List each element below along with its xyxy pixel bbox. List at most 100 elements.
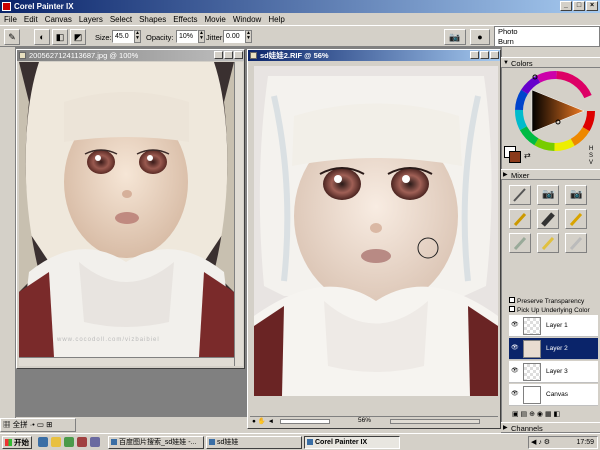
quicklaunch-folder-icon[interactable] <box>51 437 61 447</box>
menu-movie[interactable]: Movie <box>205 15 226 24</box>
clock: 17:59 <box>576 439 594 446</box>
colors-panel-header[interactable]: Colors <box>501 57 600 69</box>
close-button[interactable]: × <box>586 1 598 11</box>
jitter-stepper[interactable]: ▲ ▼ <box>245 30 252 43</box>
layer-row-selected[interactable]: 👁 Layer 2 <box>509 338 598 360</box>
menu-select[interactable]: Select <box>110 15 132 24</box>
camera-brush-tool[interactable]: 📷 <box>537 185 559 205</box>
brush-variant-label: Burn <box>498 37 514 46</box>
document-window-rif[interactable]: sd娃娃2.RIF @ 56% ● ✋ ◄ 56% <box>247 49 501 429</box>
eraser-tool[interactable] <box>537 209 559 229</box>
mixer-panel-header[interactable]: Mixer <box>501 169 600 181</box>
eye-icon[interactable]: 👁 <box>511 391 519 397</box>
doc-close-button[interactable] <box>234 51 243 59</box>
menu-window[interactable]: Window <box>233 15 261 24</box>
photo-watermark: www.cocodoll.com/vizbaibiel <box>57 337 160 343</box>
airbrush-tool[interactable] <box>509 233 531 253</box>
layer-name: Layer 1 <box>546 322 568 329</box>
document-icon <box>19 52 26 59</box>
channels-panel-title: Channels <box>511 424 543 433</box>
layer-footer-icons[interactable]: ▣ ▤ ⊕ ◉ ▦ ◧ <box>512 411 560 418</box>
doc-close-button[interactable] <box>490 51 499 59</box>
brush-style-icon[interactable]: ◧ <box>52 29 68 45</box>
brush-dab-icon[interactable]: ◐ <box>34 29 50 45</box>
layer-row[interactable]: 👁 Layer 3 <box>509 361 598 383</box>
opacity-stepper[interactable]: ▲ ▼ <box>198 30 205 43</box>
menu-canvas[interactable]: Canvas <box>45 15 72 24</box>
opacity-field[interactable]: 10% <box>176 30 198 43</box>
pick-up-color-option[interactable]: Pick Up Underlying Color <box>509 306 599 315</box>
painting-canvas[interactable] <box>254 66 498 396</box>
menu-help[interactable]: Help <box>268 15 284 24</box>
doc2-tools[interactable]: ● ✋ ◄ <box>252 417 274 425</box>
menu-shapes[interactable]: Shapes <box>139 15 166 24</box>
pencil-tool[interactable] <box>509 209 531 229</box>
layer-thumbnail <box>523 317 541 335</box>
chalk-tool[interactable] <box>537 233 559 253</box>
brush-dab-preview-icon[interactable]: ● <box>470 29 490 45</box>
task-label: sd娃娃 <box>217 439 239 446</box>
quicklaunch-app-icon[interactable] <box>77 437 87 447</box>
brush-selector[interactable]: Photo Burn <box>494 26 600 47</box>
brush-tool-1[interactable] <box>509 185 531 205</box>
camera-brush-tool-2[interactable]: 📷 <box>565 185 587 205</box>
doc-minimize-button[interactable] <box>470 51 479 59</box>
document-window-photo[interactable]: 2005627124113687.jpg @ 100% www.cocodoll… <box>16 49 245 369</box>
doc-minimize-button[interactable] <box>214 51 223 59</box>
layer-panel-footer: ▣ ▤ ⊕ ◉ ▦ ◧ <box>509 409 598 421</box>
start-button[interactable]: 开始 <box>2 436 32 449</box>
menu-effects[interactable]: Effects <box>173 15 197 24</box>
doll-photo-image[interactable] <box>19 62 234 357</box>
eye-icon[interactable]: 👁 <box>511 345 519 351</box>
quicklaunch-ie-icon[interactable] <box>38 437 48 447</box>
minimize-button[interactable]: _ <box>560 1 572 11</box>
main-color-swatch[interactable] <box>509 151 521 163</box>
task-folder[interactable]: sd娃娃 <box>206 436 302 449</box>
document-icon <box>250 52 257 59</box>
document-title-rif[interactable]: sd娃娃2.RIF @ 56% <box>248 50 500 61</box>
jitter-field[interactable]: 0.00 <box>223 30 245 43</box>
doc-maximize-button[interactable] <box>480 51 489 59</box>
quicklaunch-desktop-icon[interactable] <box>64 437 74 447</box>
menu-edit[interactable]: Edit <box>24 15 38 24</box>
preserve-transparency-option[interactable]: Preserve Transparency <box>509 297 599 306</box>
quicklaunch-media-icon[interactable] <box>90 437 100 447</box>
eye-icon[interactable]: 👁 <box>511 322 519 328</box>
zoom-slider[interactable] <box>280 419 330 424</box>
marker-tool[interactable] <box>565 209 587 229</box>
camera-icon: 📷 <box>542 189 555 200</box>
task-browser[interactable]: 百度图片搜索_sd娃娃 -... <box>108 436 204 449</box>
blender-tool[interactable] <box>565 233 587 253</box>
doll-photo-artwork <box>19 62 234 357</box>
ime-extras: ·• ▭ ⊞ <box>29 420 53 429</box>
doc-maximize-button[interactable] <box>224 51 233 59</box>
menu-file[interactable]: File <box>4 15 17 24</box>
ime-mode-label: 全拼 <box>12 420 28 429</box>
brush-selector-camera-icon[interactable]: 📷 <box>444 29 466 45</box>
ime-status[interactable]: ▦ 全拼 ·• ▭ ⊞ <box>0 418 76 432</box>
zoom-level: 56% <box>358 417 372 424</box>
color-swap-icon[interactable]: ⇄ <box>524 151 531 160</box>
painter-app-icon[interactable] <box>2 2 11 11</box>
task-painter[interactable]: Corel Painter IX <box>304 436 400 449</box>
layer-row[interactable]: 👁 Layer 1 <box>509 315 598 337</box>
layer-row[interactable]: 👁 Canvas <box>509 384 598 406</box>
doc1-vscrollbar[interactable] <box>234 62 243 366</box>
preserve-transparency-checkbox[interactable] <box>509 297 515 303</box>
menu-layers[interactable]: Layers <box>79 15 103 24</box>
doc1-hscrollbar[interactable] <box>19 357 234 366</box>
pick-up-color-checkbox[interactable] <box>509 306 515 312</box>
tray-icons[interactable]: ◀ ♪ ⚙ <box>529 437 550 448</box>
doc2-hscrollbar[interactable] <box>390 419 480 424</box>
eye-icon[interactable]: 👁 <box>511 368 519 374</box>
size-stepper[interactable]: ▲ ▼ <box>134 30 141 43</box>
color-wheel[interactable] <box>514 70 596 152</box>
channels-panel-header[interactable]: Channels <box>501 422 600 434</box>
hsv-readout: H S V <box>589 146 593 167</box>
maximize-button[interactable]: □ <box>573 1 585 11</box>
system-tray: ◀ ♪ ⚙ 17:59 <box>528 436 598 449</box>
document-title-photo[interactable]: 2005627124113687.jpg @ 100% <box>17 50 244 61</box>
brush-stroke-icon[interactable]: ◩ <box>70 29 86 45</box>
brush-tool-icon[interactable]: ✎ <box>4 29 20 45</box>
size-field[interactable]: 45.0 <box>112 30 134 43</box>
